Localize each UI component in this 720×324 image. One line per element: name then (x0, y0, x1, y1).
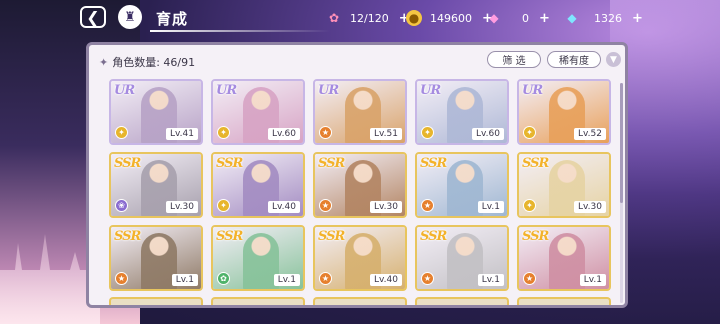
character-card[interactable]: SSR ★ Lv.30 (313, 152, 407, 218)
character-count-text: 角色数量: 46/91 (112, 56, 196, 69)
level-badge: Lv.60 (268, 128, 300, 140)
rarity-sort-button[interactable]: 稀有度 (547, 51, 601, 68)
rarity-badge: SSR (318, 156, 345, 171)
card-peek (415, 297, 509, 305)
rarity-badge: SSR (522, 156, 549, 171)
character-card[interactable]: SSR ★ Lv.1 (517, 225, 611, 291)
role-icon: ✦ (523, 126, 536, 139)
character-card[interactable]: UR ★ Lv.51 (313, 79, 407, 145)
blue-gem-resource: ◆ 1326 + (564, 9, 643, 27)
role-icon: ✦ (523, 199, 536, 212)
grid-scrollbar[interactable] (620, 83, 623, 303)
rarity-badge: UR (318, 83, 339, 98)
card-peek (109, 297, 203, 305)
back-arrow-icon: ❮ (86, 7, 100, 27)
stamina-value: 12/120 (350, 11, 389, 25)
role-icon: ✦ (217, 126, 230, 139)
card-peek (517, 297, 611, 305)
role-icon: ★ (421, 199, 434, 212)
character-card[interactable]: SSR ✦ Lv.40 (211, 152, 305, 218)
rarity-badge: SSR (318, 229, 345, 244)
home-button[interactable]: ♜ (118, 5, 142, 29)
character-card[interactable]: SSR ★ Lv.40 (313, 225, 407, 291)
panel-header: ✦ 角色数量: 46/91 筛 选 稀有度 ▼ (89, 45, 625, 75)
pink-gem-value: 0 (522, 11, 529, 25)
rarity-badge: SSR (216, 156, 243, 171)
level-badge: Lv.1 (477, 274, 504, 286)
rarity-badge: SSR (114, 229, 141, 244)
page-title: 育成 (156, 10, 189, 28)
level-badge: Lv.60 (472, 128, 504, 140)
character-card[interactable]: SSR ❀ Lv.30 (109, 152, 203, 218)
rarity-badge: UR (216, 83, 237, 98)
level-badge: Lv.51 (370, 128, 402, 140)
rarity-badge: UR (522, 83, 543, 98)
sort-order-button[interactable]: ▼ (606, 52, 621, 67)
rarity-badge: SSR (420, 229, 447, 244)
character-card[interactable]: SSR ✿ Lv.1 (211, 225, 305, 291)
next-row-peek (109, 297, 611, 305)
candy-icon: ✿ (328, 11, 340, 25)
character-card[interactable]: UR ✦ Lv.60 (211, 79, 305, 145)
role-icon: ★ (523, 272, 536, 285)
chevron-down-icon: ▼ (610, 54, 617, 65)
character-card[interactable]: SSR ★ Lv.1 (109, 225, 203, 291)
character-panel: ✦ 角色数量: 46/91 筛 选 稀有度 ▼ UR ✦ Lv.41 UR ✦ Lv.60 U… (86, 42, 628, 308)
add-blue-gem-button[interactable]: + (632, 11, 643, 26)
card-peek (211, 297, 305, 305)
role-icon: ❀ (115, 199, 128, 212)
stamina-resource: ✿ 12/120 + (326, 9, 410, 27)
card-peek (313, 297, 407, 305)
title-underline (150, 30, 330, 32)
blue-gem-value: 1326 (594, 11, 622, 25)
level-badge: Lv.41 (166, 128, 198, 140)
back-button[interactable]: ❮ (80, 6, 106, 28)
character-grid: UR ✦ Lv.41 UR ✦ Lv.60 UR ★ Lv.51 UR ✦ Lv.60 UR ✦ Lv.52… (109, 79, 611, 291)
rarity-badge: UR (114, 83, 135, 98)
rarity-badge: SSR (420, 156, 447, 171)
add-pink-gem-button[interactable]: + (539, 11, 550, 26)
rarity-badge: SSR (522, 229, 549, 244)
pink-gem-resource: ◆ 0 + (486, 9, 550, 27)
pink-diamond-icon: ◆ (489, 11, 499, 25)
level-badge: Lv.30 (370, 201, 402, 213)
level-badge: Lv.52 (574, 128, 606, 140)
role-icon: ★ (115, 272, 128, 285)
character-card[interactable]: UR ✦ Lv.52 (517, 79, 611, 145)
level-badge: Lv.1 (579, 274, 606, 286)
coin-icon: ● (406, 10, 422, 26)
role-icon: ★ (319, 199, 332, 212)
role-icon: ★ (421, 272, 434, 285)
character-card[interactable]: SSR ✦ Lv.30 (517, 152, 611, 218)
role-icon: ✦ (217, 199, 230, 212)
level-badge: Lv.40 (268, 201, 300, 213)
level-badge: Lv.40 (370, 274, 402, 286)
character-card[interactable]: SSR ★ Lv.1 (415, 225, 509, 291)
character-card[interactable]: UR ✦ Lv.60 (415, 79, 509, 145)
level-badge: Lv.1 (273, 274, 300, 286)
rarity-badge: SSR (114, 156, 141, 171)
character-card[interactable]: SSR ★ Lv.1 (415, 152, 509, 218)
level-badge: Lv.30 (574, 201, 606, 213)
gold-value: 149600 (430, 11, 472, 25)
role-icon: ✦ (421, 126, 434, 139)
character-count: ✦ 角色数量: 46/91 (99, 54, 195, 70)
role-icon: ★ (319, 126, 332, 139)
character-card[interactable]: UR ✦ Lv.41 (109, 79, 203, 145)
rarity-badge: UR (420, 83, 441, 98)
castle-home-icon: ♜ (124, 9, 136, 25)
level-badge: Lv.30 (166, 201, 198, 213)
scrollbar-thumb[interactable] (620, 83, 623, 203)
role-icon: ★ (319, 272, 332, 285)
filter-button[interactable]: 筛 选 (487, 51, 541, 68)
level-badge: Lv.1 (477, 201, 504, 213)
level-badge: Lv.1 (171, 274, 198, 286)
top-bar: ❮ ♜ 育成 ✿ 12/120 + ● 149600 + ◆ 0 + ◆ 132… (0, 0, 720, 36)
blue-diamond-icon: ◆ (567, 11, 577, 25)
sparkle-icon: ✦ (99, 56, 109, 69)
role-icon: ✦ (115, 126, 128, 139)
gold-resource: ● 149600 + (406, 9, 493, 27)
role-icon: ✿ (217, 272, 230, 285)
rarity-badge: SSR (216, 229, 243, 244)
